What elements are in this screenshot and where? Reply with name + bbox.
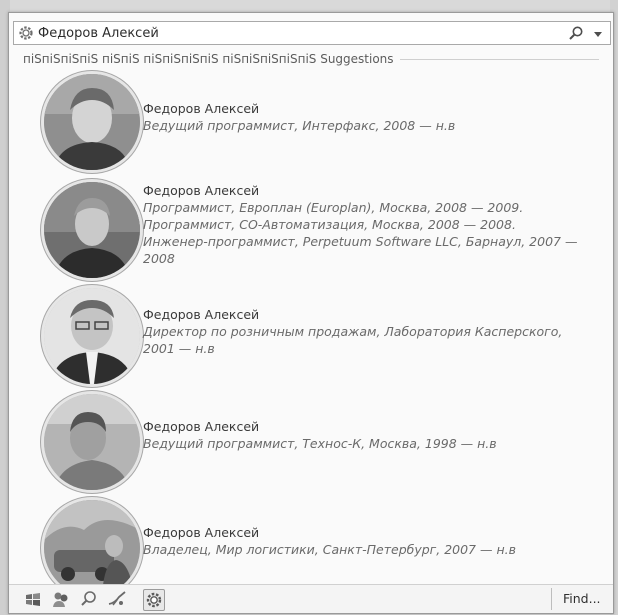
person-description: Владелец, Мир логистики, Санкт-Петербург… <box>143 542 516 557</box>
person-description: Директор по розничным продажам, Лаборато… <box>143 324 563 356</box>
person-description: Ведущий программист, Технос-К, Москва, 1… <box>143 436 497 451</box>
avatar <box>41 285 143 387</box>
person-name: Федоров Алексей <box>143 525 260 540</box>
bottom-toolbar: Find... <box>9 584 613 613</box>
divider <box>399 58 599 60</box>
avatar <box>41 179 143 281</box>
suggestions-list: Федоров Алексей Ведущий программист, Инт… <box>9 71 613 599</box>
suggestion-item[interactable]: Федоров Алексей Директор по розничным пр… <box>41 283 601 389</box>
person-name: Федоров Алексей <box>143 183 260 198</box>
gear-icon <box>18 25 34 41</box>
chevron-down-icon[interactable] <box>592 26 604 40</box>
search-bar[interactable] <box>13 21 611 45</box>
find-button[interactable]: Find... <box>563 591 601 606</box>
suggestions-header: піЅпіЅпіЅпіЅ піЅпіЅ піЅпіЅпіЅпіЅ піЅпіЅп… <box>23 51 599 67</box>
person-name: Федоров Алексей <box>143 419 260 434</box>
suggestion-item[interactable]: Федоров Алексей Программист, Европлан (E… <box>41 177 601 283</box>
person-description: Программист, Европлан (Europlan), Москва… <box>143 200 578 266</box>
windows-icon[interactable] <box>23 589 43 609</box>
search-icon[interactable] <box>568 25 584 41</box>
avatar <box>41 391 143 493</box>
suggestion-item[interactable]: Федоров Алексей Ведущий программист, Тех… <box>41 389 601 495</box>
people-icon[interactable] <box>51 589 71 609</box>
person-name: Федоров Алексей <box>143 307 260 322</box>
signal-icon[interactable] <box>107 589 127 609</box>
divider <box>551 588 552 610</box>
avatar <box>41 71 143 173</box>
suggestion-item[interactable]: Федоров Алексей Ведущий программист, Инт… <box>41 71 601 177</box>
settings-gear-icon[interactable] <box>143 589 165 611</box>
person-name: Федоров Алексей <box>143 101 260 116</box>
search-input[interactable] <box>38 24 558 42</box>
section-title: піЅпіЅпіЅпіЅ піЅпіЅ піЅпіЅпіЅпіЅ піЅпіЅп… <box>23 52 394 66</box>
search-popup: піЅпіЅпіЅпіЅ піЅпіЅ піЅпіЅпіЅпіЅ піЅпіЅп… <box>8 12 614 614</box>
person-description: Ведущий программист, Интерфакс, 2008 — н… <box>143 118 456 133</box>
search-globe-icon[interactable] <box>79 589 99 609</box>
